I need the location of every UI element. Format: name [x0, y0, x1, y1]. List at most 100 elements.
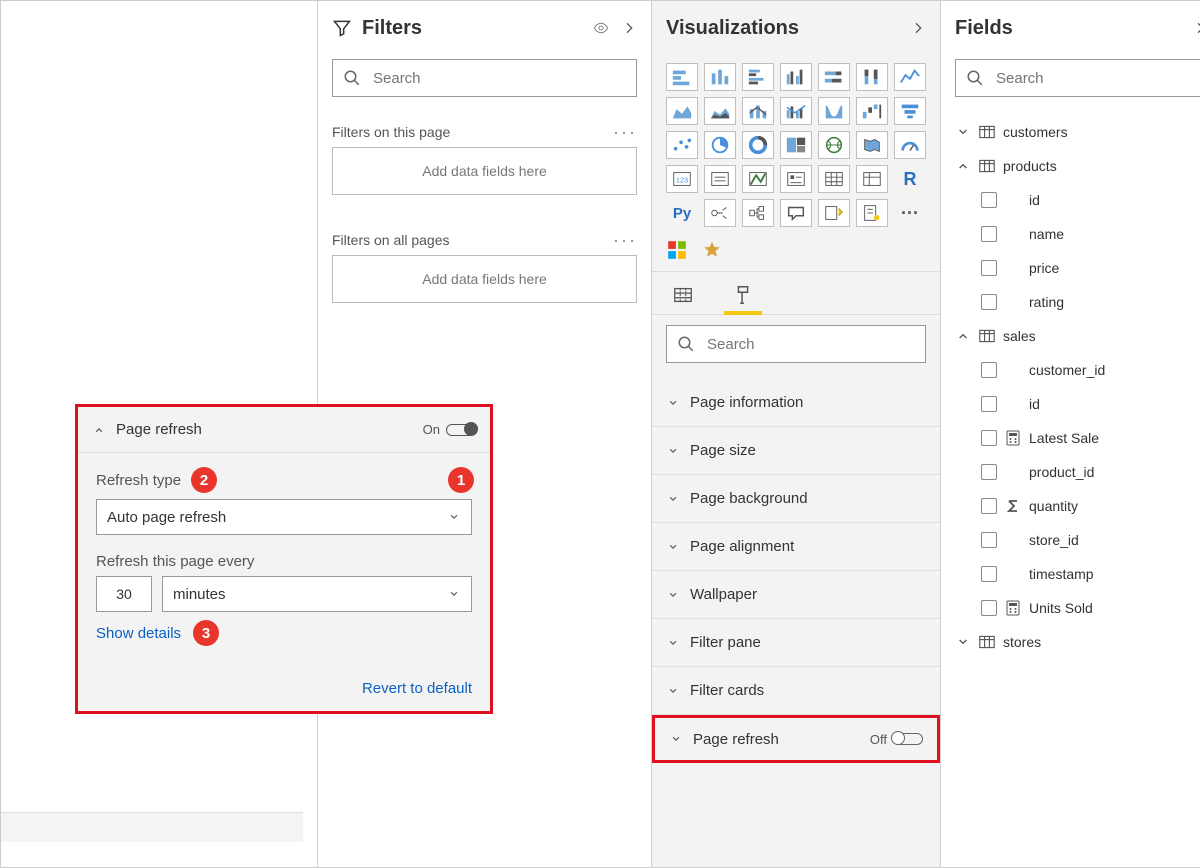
- viz-multirow-card[interactable]: [704, 165, 736, 193]
- viz-area[interactable]: [666, 97, 698, 125]
- acc-page-alignment[interactable]: Page alignment: [652, 523, 940, 571]
- refresh-type-label: Refresh type: [96, 472, 181, 489]
- filters-all-pages-label: Filters on all pages: [332, 232, 450, 248]
- favorite-icon[interactable]: [702, 240, 722, 260]
- viz-line-stacked-column[interactable]: [742, 97, 774, 125]
- revert-to-default-link[interactable]: Revert to default: [362, 680, 472, 697]
- acc-wallpaper[interactable]: Wallpaper: [652, 571, 940, 619]
- field-products-id[interactable]: id: [951, 183, 1200, 217]
- acc-page-refresh[interactable]: Page refresh Off: [652, 715, 940, 763]
- marker-3: 3: [193, 620, 219, 646]
- viz-100-stacked-column[interactable]: [856, 63, 888, 91]
- page-refresh-toggle-off[interactable]: Off: [870, 732, 923, 747]
- viz-map[interactable]: [818, 131, 850, 159]
- visual-icon-grid: 123 R Py ···: [652, 55, 940, 233]
- field-sales-latest-sale[interactable]: Latest Sale: [951, 421, 1200, 455]
- viz-line-clustered-column[interactable]: [780, 97, 812, 125]
- viz-stacked-area[interactable]: [704, 97, 736, 125]
- format-search-input[interactable]: [705, 335, 915, 354]
- viz-clustered-bar[interactable]: [742, 63, 774, 91]
- interval-label: Refresh this page every: [96, 553, 254, 570]
- fields-search[interactable]: [955, 59, 1200, 97]
- viz-more[interactable]: ···: [894, 199, 926, 227]
- interval-unit-select[interactable]: minutes: [162, 576, 472, 612]
- viz-clustered-column[interactable]: [780, 63, 812, 91]
- page-refresh-toggle-on[interactable]: On: [423, 422, 476, 437]
- field-sales-id[interactable]: id: [951, 387, 1200, 421]
- page-tab-strip[interactable]: [1, 812, 303, 842]
- collapse-fields-icon[interactable]: [1192, 20, 1200, 36]
- viz-r-visual[interactable]: R: [894, 165, 926, 193]
- viz-stacked-bar[interactable]: [666, 63, 698, 91]
- filters-this-page-label: Filters on this page: [332, 124, 450, 140]
- viz-gauge[interactable]: [894, 131, 926, 159]
- collapse-viz-icon[interactable]: [910, 20, 926, 36]
- viz-waterfall[interactable]: [856, 97, 888, 125]
- viz-qna[interactable]: [780, 199, 812, 227]
- viz-python-visual[interactable]: Py: [666, 199, 698, 227]
- collapse-filters-icon[interactable]: [621, 20, 637, 36]
- viz-kpi[interactable]: [742, 165, 774, 193]
- field-sales-quantity[interactable]: quantity: [951, 489, 1200, 523]
- viz-smart-narrative[interactable]: [818, 199, 850, 227]
- filters-all-pages-dropzone[interactable]: Add data fields here: [332, 255, 637, 303]
- table-stores[interactable]: stores: [951, 625, 1200, 659]
- tab-fields[interactable]: [666, 276, 700, 314]
- field-sales-product_id[interactable]: product_id: [951, 455, 1200, 489]
- filters-search-input[interactable]: [371, 69, 626, 88]
- viz-100-stacked-bar[interactable]: [818, 63, 850, 91]
- viz-line[interactable]: [894, 63, 926, 91]
- viz-table[interactable]: [818, 165, 850, 193]
- eye-icon[interactable]: [593, 20, 609, 36]
- acc-page-background[interactable]: Page background: [652, 475, 940, 523]
- viz-funnel[interactable]: [894, 97, 926, 125]
- filters-this-page-dropzone[interactable]: Add data fields here: [332, 147, 637, 195]
- acc-filter-cards[interactable]: Filter cards: [652, 667, 940, 715]
- filters-title: Filters: [362, 17, 422, 40]
- fields-pane: Fields customersproductsidnamepriceratin…: [940, 1, 1200, 867]
- viz-decomp-tree[interactable]: [742, 199, 774, 227]
- viz-donut[interactable]: [742, 131, 774, 159]
- acc-page-size[interactable]: Page size: [652, 427, 940, 475]
- viz-key-influencers[interactable]: [704, 199, 736, 227]
- table-sales[interactable]: sales: [951, 319, 1200, 353]
- viz-slicer[interactable]: [780, 165, 812, 193]
- acc-page-information[interactable]: Page information: [652, 379, 940, 427]
- chevron-up-icon[interactable]: [92, 423, 106, 437]
- page-refresh-callout: Page refresh On 1 Refresh type 2 Auto pa…: [75, 404, 493, 714]
- field-sales-timestamp[interactable]: timestamp: [951, 557, 1200, 591]
- field-sales-customer_id[interactable]: customer_id: [951, 353, 1200, 387]
- visualizations-pane: Visualizations: [651, 1, 940, 867]
- interval-value-input[interactable]: 30: [96, 576, 152, 612]
- format-search[interactable]: [666, 325, 926, 363]
- fields-title: Fields: [955, 17, 1013, 40]
- viz-card[interactable]: 123: [666, 165, 698, 193]
- viz-matrix[interactable]: [856, 165, 888, 193]
- field-products-rating[interactable]: rating: [951, 285, 1200, 319]
- show-details-link[interactable]: Show details: [96, 625, 181, 642]
- viz-scatter[interactable]: [666, 131, 698, 159]
- viz-treemap[interactable]: [780, 131, 812, 159]
- chevron-down-icon: [447, 510, 461, 524]
- refresh-type-select[interactable]: Auto page refresh: [96, 499, 472, 535]
- viz-ribbon[interactable]: [818, 97, 850, 125]
- viz-stacked-column[interactable]: [704, 63, 736, 91]
- filters-search[interactable]: [332, 59, 637, 97]
- filter-icon: [332, 18, 352, 38]
- tab-format[interactable]: [726, 276, 760, 314]
- filters-this-page-menu[interactable]: ···: [613, 123, 637, 141]
- field-products-price[interactable]: price: [951, 251, 1200, 285]
- fields-search-input[interactable]: [994, 69, 1197, 88]
- format-accordion: Page information Page size Page backgrou…: [652, 373, 940, 763]
- filters-all-pages-menu[interactable]: ···: [613, 231, 637, 249]
- table-customers[interactable]: customers: [951, 115, 1200, 149]
- viz-filled-map[interactable]: [856, 131, 888, 159]
- acc-filter-pane[interactable]: Filter pane: [652, 619, 940, 667]
- field-sales-units-sold[interactable]: Units Sold: [951, 591, 1200, 625]
- field-products-name[interactable]: name: [951, 217, 1200, 251]
- table-products[interactable]: products: [951, 149, 1200, 183]
- appsource-icon[interactable]: [666, 239, 688, 261]
- viz-paginated-report[interactable]: [856, 199, 888, 227]
- field-sales-store_id[interactable]: store_id: [951, 523, 1200, 557]
- viz-pie[interactable]: [704, 131, 736, 159]
